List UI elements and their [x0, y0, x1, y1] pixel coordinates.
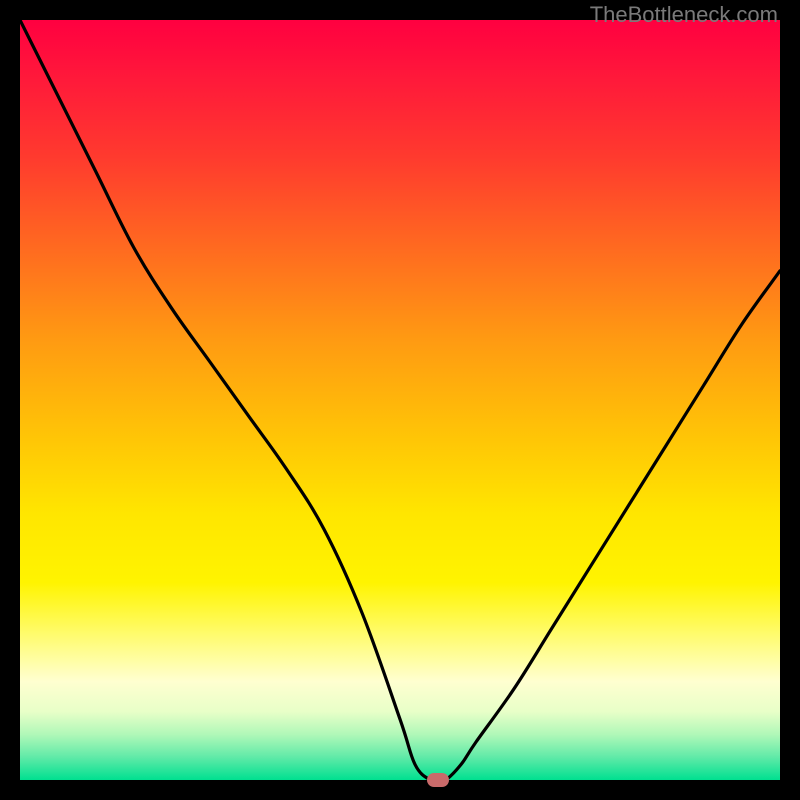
plot-background	[20, 20, 780, 780]
minimum-marker	[427, 773, 449, 787]
watermark-text: TheBottleneck.com	[590, 2, 778, 28]
chart-container: TheBottleneck.com	[0, 0, 800, 800]
